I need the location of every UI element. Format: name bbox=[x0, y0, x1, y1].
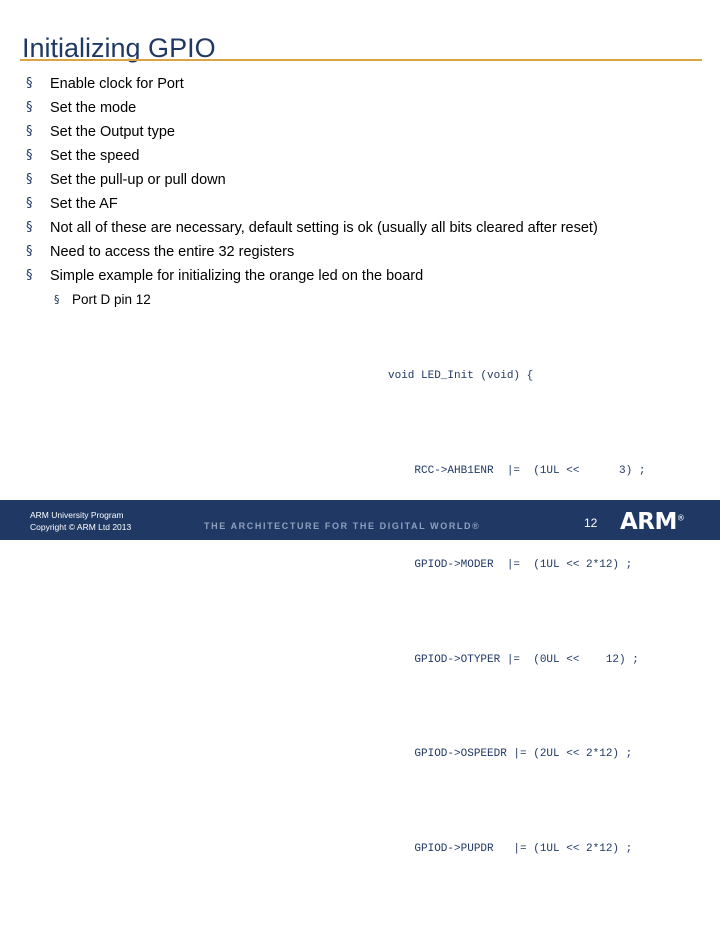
page-number: 12 bbox=[584, 516, 598, 530]
list-item-label: Set the pull-up or pull down bbox=[50, 172, 226, 188]
code-line: GPIOD->OTYPER |= (0UL << 12) ; bbox=[388, 653, 639, 666]
arm-logo: ARM® bbox=[620, 509, 685, 535]
bullet-list: § Enable clock for Port § Set the mode §… bbox=[22, 72, 712, 311]
arm-logo-text: ARM bbox=[620, 509, 677, 535]
bullet-marker-icon: § bbox=[26, 196, 33, 211]
code-line: GPIOD->OSPEEDR |= (2UL << 2*12) ; bbox=[388, 748, 633, 760]
bullet-marker-icon: § bbox=[26, 100, 33, 115]
list-item: § Set the mode bbox=[22, 96, 712, 120]
list-item-label: Enable clock for Port bbox=[50, 76, 184, 92]
bullet-marker-icon: § bbox=[26, 148, 33, 163]
code-line: RCC->AHB1ENR |= (1UL << 3) ; bbox=[388, 464, 646, 477]
list-item: § Set the AF bbox=[22, 192, 712, 216]
list-item: § Set the Output type bbox=[22, 120, 712, 144]
list-item-label: Set the Output type bbox=[50, 124, 175, 140]
code-line: GPIOD->PUPDR |= (1UL << 2*12) ; bbox=[388, 842, 633, 855]
bullet-marker-icon: § bbox=[26, 220, 33, 235]
footer-program-name: ARM University Program bbox=[30, 510, 124, 520]
footer-tagline: THE ARCHITECTURE FOR THE DIGITAL WORLD® bbox=[204, 521, 481, 531]
title-divider bbox=[20, 59, 702, 61]
list-item-label: Set the speed bbox=[50, 148, 140, 164]
arm-logo-trademark: ® bbox=[676, 513, 685, 523]
bullet-marker-icon: § bbox=[26, 244, 33, 259]
bullet-marker-icon: § bbox=[54, 293, 60, 306]
list-item-label: Need to access the entire 32 registers bbox=[50, 244, 295, 260]
list-item: § Set the pull-up or pull down bbox=[22, 168, 712, 192]
bullet-marker-icon: § bbox=[26, 172, 33, 187]
slide: Initializing GPIO § Enable clock for Por… bbox=[0, 0, 720, 855]
code-line: GPIOD->MODER |= (1UL << 2*12) ; bbox=[388, 559, 633, 571]
list-item-label: Port D pin 12 bbox=[72, 292, 151, 307]
footer-copyright: Copyright © ARM Ltd 2013 bbox=[30, 522, 132, 532]
list-item-label: Set the AF bbox=[50, 196, 118, 212]
list-item: § Need to access the entire 32 registers bbox=[22, 240, 712, 264]
list-item: § Not all of these are necessary, defaul… bbox=[22, 216, 712, 240]
list-item-label: Simple example for initializing the oran… bbox=[50, 268, 424, 284]
list-item-label: Set the mode bbox=[50, 100, 137, 116]
list-item: § Enable clock for Port bbox=[22, 72, 712, 96]
list-item: § Set the speed bbox=[22, 144, 712, 168]
bullet-marker-icon: § bbox=[26, 76, 33, 91]
code-block: void LED_Init (void) { RCC->AHB1ENR |= (… bbox=[388, 298, 688, 928]
footer-credits: ARM University Program Copyright © ARM L… bbox=[30, 509, 131, 533]
bullet-marker-icon: § bbox=[26, 124, 33, 139]
code-line: void LED_Init (void) { bbox=[388, 370, 534, 382]
list-item: § Simple example for initializing the or… bbox=[22, 264, 712, 288]
bullet-marker-icon: § bbox=[26, 268, 33, 283]
list-item-label: Not all of these are necessary, default … bbox=[50, 220, 598, 236]
